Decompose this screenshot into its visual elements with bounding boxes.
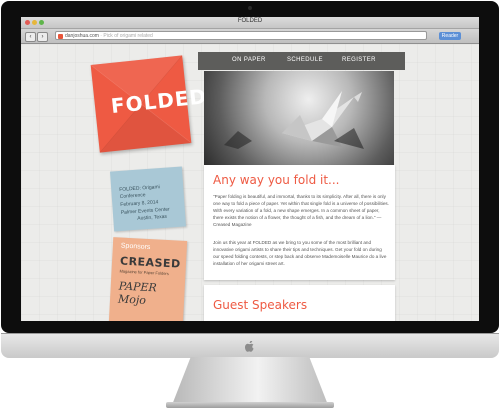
- article-title: Any way you fold it...: [213, 173, 340, 187]
- url-text: danjoshua.com: [65, 33, 99, 39]
- imac-stand: [172, 357, 328, 405]
- back-icon[interactable]: ‹: [25, 32, 36, 42]
- sponsors-card: Sponsors CREASED Magazine for Paper Fold…: [108, 237, 188, 321]
- forward-icon[interactable]: ›: [37, 32, 48, 42]
- speakers-title: Guest Speakers: [213, 298, 308, 312]
- browser-toolbar: ‹ › danjoshua.com · Pick of origami rela…: [21, 29, 479, 44]
- url-tail-text: · Pick of origami related: [98, 33, 153, 39]
- paper-mojo-logo[interactable]: PAPER Mojo: [118, 279, 185, 308]
- imac-chin: [1, 333, 499, 358]
- apple-logo-icon: [245, 341, 254, 352]
- article-card: Any way you fold it... "Paper folding is…: [204, 165, 395, 280]
- address-bar[interactable]: danjoshua.com · Pick of origami related: [55, 31, 427, 40]
- sponsors-heading: Sponsors: [120, 242, 151, 252]
- favicon-icon: [58, 34, 63, 39]
- nav-register[interactable]: REGISTER: [342, 57, 376, 63]
- web-page: FOLDED ON PAPER SCHEDULE REGISTER FOLDED…: [21, 44, 479, 321]
- camera-icon: [248, 6, 252, 10]
- imac-base: [166, 402, 334, 408]
- article-paragraph: "Paper folding is beautiful, and immorta…: [213, 194, 389, 227]
- article-paragraph: Join us this year at FOLDED as we bring …: [213, 240, 387, 266]
- window-title: FOLDED: [237, 18, 263, 24]
- speakers-card: Guest Speakers: [204, 285, 395, 321]
- main-nav: ON PAPER SCHEDULE REGISTER: [198, 52, 405, 70]
- folded-logo[interactable]: FOLDED: [90, 55, 208, 153]
- nav-on-paper[interactable]: ON PAPER: [232, 57, 266, 63]
- event-info-card: FOLDED: Origami Conference February 8, 2…: [109, 166, 187, 232]
- screen: FOLDED ‹ › danjoshua.com · Pick of origa…: [21, 17, 479, 321]
- event-info-line: Conference: [119, 192, 146, 200]
- origami-crane-icon: [224, 91, 364, 149]
- browser-titlebar: FOLDED: [21, 17, 479, 29]
- hero-image: [204, 71, 394, 166]
- nav-schedule[interactable]: SCHEDULE: [287, 57, 323, 63]
- event-info-line: Austin, Texas: [137, 213, 168, 222]
- reader-button[interactable]: Reader: [439, 32, 461, 40]
- imac-display: FOLDED ‹ › danjoshua.com · Pick of origa…: [0, 0, 500, 411]
